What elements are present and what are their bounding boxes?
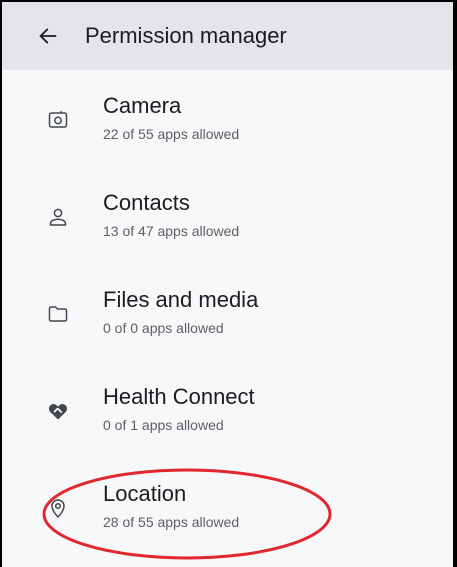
permission-count: 0 of 1 apps allowed — [103, 417, 224, 433]
permission-label: Health Connect — [103, 384, 255, 409]
back-button[interactable] — [35, 23, 61, 49]
permission-item-contacts[interactable]: Contacts 13 of 47 apps allowed — [2, 167, 453, 264]
permission-count: 22 of 55 apps allowed — [103, 126, 240, 142]
permission-item-files-and-media[interactable]: Files and media 0 of 0 apps allowed — [2, 264, 453, 361]
permission-label: Files and media — [103, 287, 259, 312]
person-icon — [46, 205, 70, 229]
arrow-left-icon — [39, 28, 57, 44]
permission-label: Location — [103, 481, 187, 506]
page-title: Permission manager — [85, 23, 287, 48]
camera-icon — [46, 108, 70, 132]
permission-item-health-connect[interactable]: Health Connect 0 of 1 apps allowed — [2, 361, 453, 458]
folder-icon — [46, 302, 70, 326]
location-pin-icon — [46, 496, 70, 520]
permission-item-camera[interactable]: Camera 22 of 55 apps allowed — [2, 70, 453, 167]
app-bar: Permission manager — [2, 2, 453, 70]
permission-label: Camera — [103, 93, 182, 118]
screen: Permission manager Camera 22 of 55 apps … — [2, 2, 453, 567]
health-connect-icon — [46, 399, 70, 423]
permission-list: Camera 22 of 55 apps allowed Contacts 13… — [2, 70, 453, 555]
permission-count: 28 of 55 apps allowed — [103, 514, 240, 530]
permission-item-location[interactable]: Location 28 of 55 apps allowed — [2, 458, 453, 555]
permission-label: Contacts — [103, 190, 190, 215]
permission-count: 13 of 47 apps allowed — [103, 223, 240, 239]
permission-count: 0 of 0 apps allowed — [103, 320, 224, 336]
